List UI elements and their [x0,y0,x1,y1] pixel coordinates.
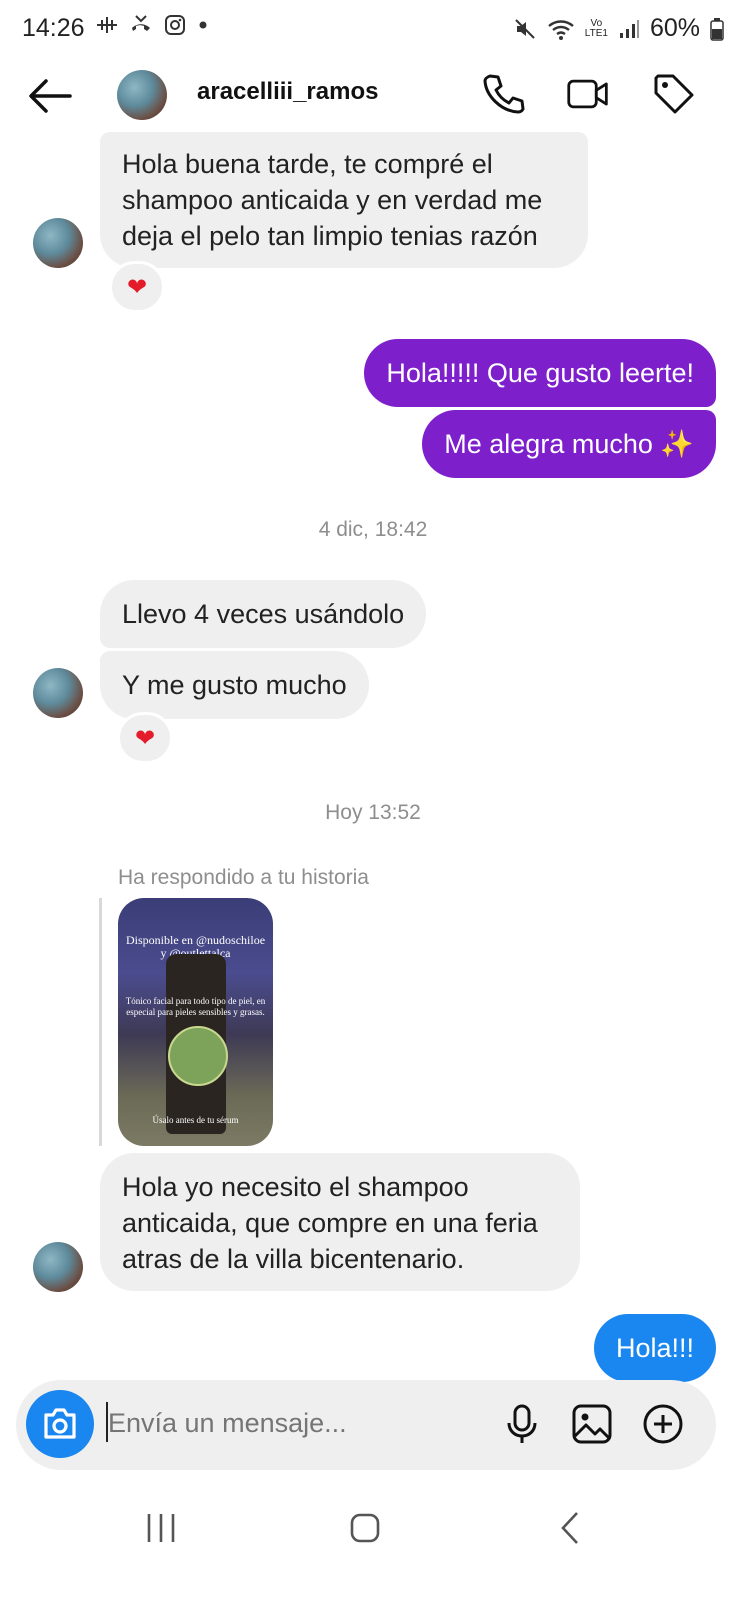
recents-icon[interactable] [141,1508,181,1548]
phone-icon[interactable] [481,72,525,116]
message-input[interactable] [108,1408,488,1439]
camera-button[interactable] [26,1390,94,1458]
mute-icon [515,18,535,39]
story-thumbnail[interactable]: Disponible en @nudoschiloe y @outlettalc… [118,898,273,1146]
wifi-icon [548,19,574,40]
signal-icon [619,19,639,38]
heart-reaction[interactable]: ❤ [117,712,173,764]
username[interactable]: aracelliii_ramos [197,78,378,106]
message-bubble-incoming[interactable]: Y me gusto mucho [100,651,369,719]
nav-back-icon[interactable] [551,1508,591,1548]
status-time: 14:26 [22,14,85,42]
missed-call-icon [132,15,150,31]
home-icon[interactable] [345,1508,385,1548]
plus-circle-icon[interactable] [641,1402,685,1446]
message-bubble-incoming[interactable]: Hola yo necesito el shampoo anticaida, q… [100,1153,580,1291]
message-bubble-outgoing[interactable]: Hola!!!!! Que gusto leerte! [364,339,716,407]
story-reply-divider [99,898,102,1146]
sender-avatar[interactable] [33,1242,83,1292]
timestamp: 4 dic, 18:42 [318,518,428,541]
header-avatar[interactable] [117,70,167,120]
message-bubble-outgoing[interactable]: Me alegra mucho ✨ [422,410,716,478]
story-reply-label: Ha respondido a tu historia [118,866,369,889]
sound-wave-icon [97,17,117,33]
video-icon[interactable] [566,72,610,116]
message-bubble-incoming[interactable]: Llevo 4 veces usándolo [100,580,427,648]
story-description: Tónico facial para todo tipo de piel, en… [125,996,266,1017]
bottle-label [168,1026,228,1086]
system-icons: Vo LTE1 60% [513,14,724,43]
gallery-icon[interactable] [570,1402,614,1446]
heart-reaction[interactable]: ❤ [109,261,165,313]
instagram-icon [165,15,185,35]
message-bubble-outgoing[interactable]: Hola!!! [593,1314,716,1382]
volte-indicator: Vo LTE1 [584,17,608,39]
story-footnote: Úsalo antes de tu sérum [152,1115,239,1125]
battery-percent: 60% [649,14,700,42]
camera-icon [44,1408,76,1439]
sender-avatar[interactable] [33,218,83,268]
battery-icon [710,17,724,41]
notification-icons [96,14,208,36]
timestamp: Hoy 13:52 [325,801,421,824]
status-bar: 14:26 Vo LTE1 60% [0,0,746,58]
sender-avatar[interactable] [33,668,83,718]
message-bubble-incoming[interactable]: Hola buena tarde, te compré el shampoo a… [100,132,588,268]
microphone-icon[interactable] [500,1402,544,1446]
dot-icon [199,21,207,29]
back-arrow-icon[interactable] [26,76,72,116]
tag-icon[interactable] [652,72,696,116]
